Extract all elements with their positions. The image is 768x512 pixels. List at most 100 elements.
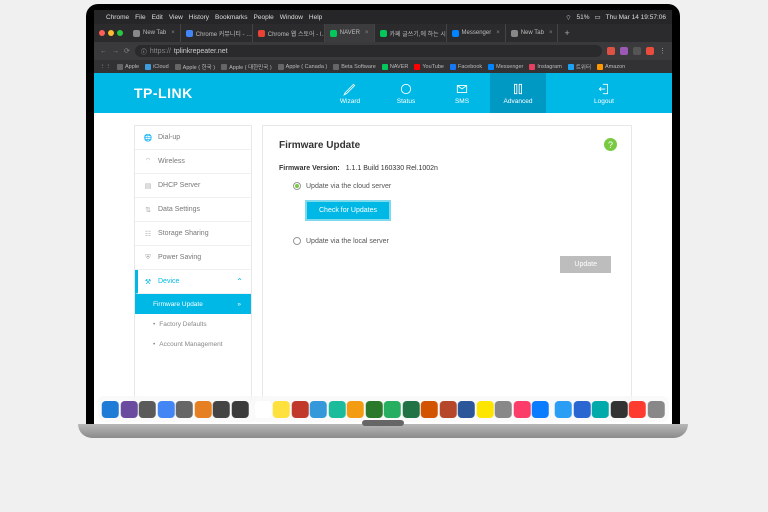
dock-app-icon[interactable] [647, 401, 664, 418]
sidebar-item-storage[interactable]: ☷Storage Sharing [135, 222, 251, 246]
menu-help[interactable]: Help [309, 14, 322, 21]
bookmark-item[interactable]: Messenger [488, 63, 523, 71]
dock-app-icon[interactable] [421, 401, 438, 418]
dock-app-icon[interactable] [157, 401, 174, 418]
dock-app-icon[interactable] [120, 401, 137, 418]
nav-sms[interactable]: SMS [434, 73, 490, 113]
forward-button[interactable]: → [112, 48, 119, 55]
dock-app-icon[interactable] [347, 401, 364, 418]
help-button[interactable]: ? [604, 138, 617, 151]
dock-app-icon[interactable] [213, 401, 230, 418]
radio-local[interactable]: Update via the local server [293, 237, 615, 245]
bookmark-item[interactable]: Apple ( 한국 ) [175, 63, 215, 71]
bookmark-item[interactable]: Instagram [529, 63, 561, 71]
bookmark-item[interactable]: NAVER [382, 63, 409, 71]
dock-app-icon[interactable] [328, 401, 345, 418]
menu-people[interactable]: People [254, 14, 274, 21]
dock-app-icon[interactable] [629, 401, 646, 418]
sidebar-item-dialup[interactable]: 🌐Dial-up [135, 126, 251, 150]
bookmark-item[interactable]: Facebook [450, 63, 482, 71]
dock-app-icon[interactable] [458, 401, 475, 418]
sidebar-sub-firmware[interactable]: Firmware Update» [135, 294, 251, 314]
dock-app-icon[interactable] [573, 401, 590, 418]
extension-icon[interactable] [607, 47, 615, 55]
menu-bookmarks[interactable]: Bookmarks [215, 14, 248, 21]
extension-icon[interactable] [620, 47, 628, 55]
dock-app-icon[interactable] [273, 401, 290, 418]
tools-icon: ⚒ [143, 277, 153, 287]
dock-app-icon[interactable] [402, 401, 419, 418]
clock[interactable]: Thu Mar 14 19:57:06 [606, 14, 666, 21]
bookmark-item[interactable]: YouTube [414, 63, 444, 71]
bookmark-item[interactable]: Beta Software [333, 63, 376, 71]
app-name[interactable]: Chrome [106, 14, 129, 21]
bookmark-item[interactable]: Apple ( Canada ) [278, 63, 328, 71]
window-minimize[interactable] [108, 30, 114, 36]
address-bar[interactable]: ⓘ https:// tplinkrepeater.net [135, 45, 602, 57]
browser-tab[interactable]: Chrome 웹 스토어 - l…× [253, 24, 325, 42]
dock-app-icon[interactable] [291, 401, 308, 418]
dock-app-icon[interactable] [310, 401, 327, 418]
browser-tab[interactable]: New Tab× [506, 24, 559, 42]
sidebar-sub-factory[interactable]: Factory Defaults [135, 314, 251, 334]
window-zoom[interactable] [117, 30, 123, 36]
bookmark-item[interactable]: Apple ( 대한민국 ) [221, 63, 272, 71]
close-tab-icon[interactable]: × [171, 30, 175, 36]
dock-app-icon[interactable] [384, 401, 401, 418]
nav-wizard[interactable]: Wizard [322, 73, 378, 113]
browser-tab[interactable]: NAVER× [325, 24, 375, 42]
extension-icon[interactable] [633, 47, 641, 55]
dock-app-icon[interactable] [495, 401, 512, 418]
dock-app-icon[interactable] [592, 401, 609, 418]
sidebar-item-device[interactable]: ⚒Device ⌃ [135, 270, 251, 294]
chrome-menu[interactable]: ⋮ [659, 47, 666, 55]
browser-tab[interactable]: Chrome 커뮤니티 - …× [181, 24, 253, 42]
menu-file[interactable]: File [135, 14, 145, 21]
menu-view[interactable]: View [169, 14, 183, 21]
sidebar-item-dhcp[interactable]: ▤DHCP Server [135, 174, 251, 198]
dock-app-icon[interactable] [476, 401, 493, 418]
update-button[interactable]: Update [560, 256, 611, 273]
browser-tab[interactable]: 카페 글쓰기,에 하는 시…× [375, 24, 447, 42]
bookmark-item[interactable]: Apple [117, 63, 139, 71]
sidebar-item-power[interactable]: ⛨Power Saving [135, 246, 251, 270]
dock-app-icon[interactable] [365, 401, 382, 418]
menu-history[interactable]: History [189, 14, 209, 21]
apps-shortcut[interactable]: ⋮⋮ [100, 64, 111, 70]
reload-button[interactable]: ⟳ [124, 47, 130, 55]
dock-app-icon[interactable] [139, 401, 156, 418]
wifi-icon[interactable]: ⌔ [565, 13, 571, 22]
sidebar-sub-account[interactable]: Account Management [135, 334, 251, 354]
back-button[interactable]: ← [100, 48, 107, 55]
menu-edit[interactable]: Edit [152, 14, 163, 21]
bookmark-item[interactable]: 트위터 [568, 63, 591, 71]
nav-status[interactable]: Status [378, 73, 434, 113]
dock-app-icon[interactable] [513, 401, 530, 418]
sidebar-item-data[interactable]: ⇅Data Settings [135, 198, 251, 222]
dock-app-icon[interactable] [176, 401, 193, 418]
dock-app-icon[interactable] [194, 401, 211, 418]
browser-tab[interactable]: New Tab× [128, 24, 181, 42]
new-tab-button[interactable]: + [558, 28, 575, 38]
extension-icon[interactable] [646, 47, 654, 55]
dock-app-icon[interactable] [254, 401, 271, 418]
dock-app-icon[interactable] [102, 401, 119, 418]
close-tab-icon[interactable]: × [549, 30, 553, 36]
sidebar-item-wireless[interactable]: ⌔Wireless [135, 150, 251, 174]
dock-app-icon[interactable] [439, 401, 456, 418]
nav-advanced[interactable]: Advanced [490, 73, 546, 113]
dock-app-icon[interactable] [231, 401, 248, 418]
menu-window[interactable]: Window [280, 14, 303, 21]
bookmark-item[interactable]: Amazon [597, 63, 625, 71]
close-tab-icon[interactable]: × [365, 30, 369, 36]
check-updates-button[interactable]: Check for Updates [305, 200, 391, 221]
browser-tab[interactable]: Messenger× [447, 24, 506, 42]
dock-app-icon[interactable] [610, 401, 627, 418]
window-close[interactable] [99, 30, 105, 36]
radio-cloud[interactable]: Update via the cloud server [293, 182, 615, 190]
dock-app-icon[interactable] [532, 401, 549, 418]
nav-logout[interactable]: Logout [576, 73, 632, 113]
dock-app-icon[interactable] [555, 401, 572, 418]
bookmark-item[interactable]: iCloud [145, 63, 169, 71]
close-tab-icon[interactable]: × [496, 30, 500, 36]
